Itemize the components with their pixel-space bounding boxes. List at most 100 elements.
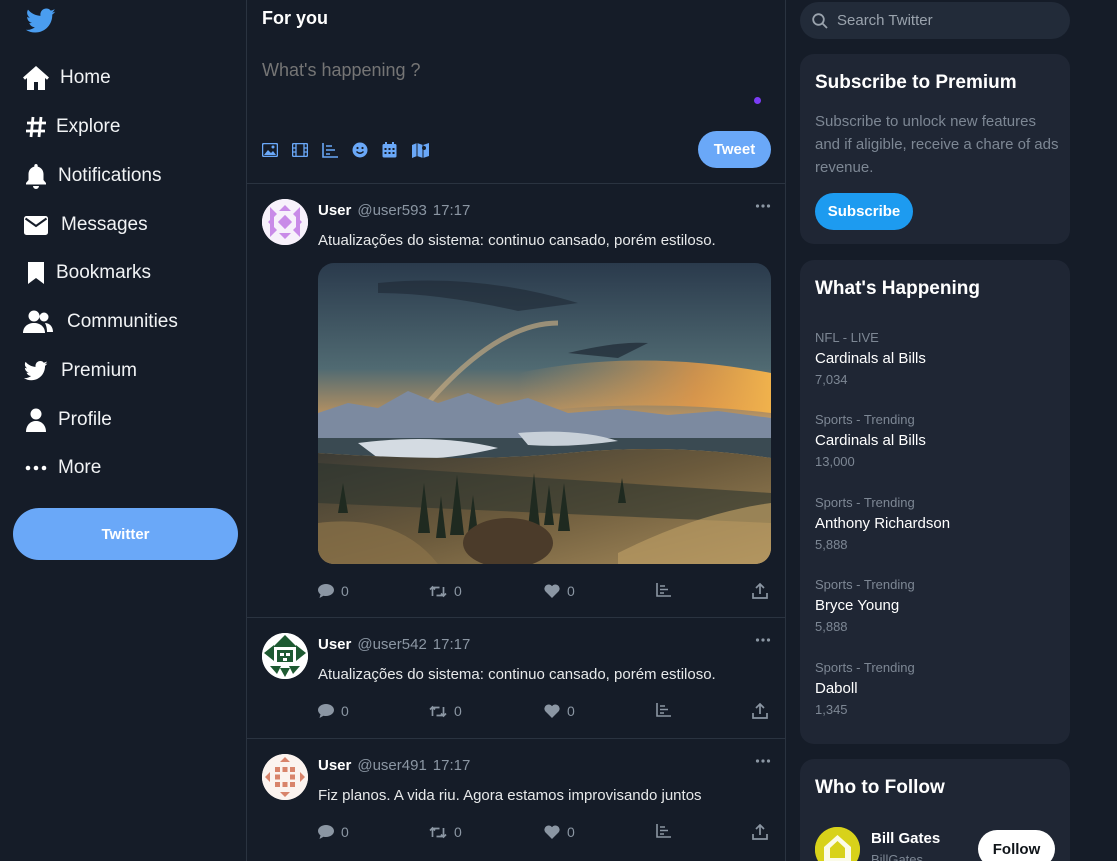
tweet[interactable]: User @user491 17:17 Fiz planos. A vida riu… [247,739,785,861]
sidebar-item-label: Messages [61,214,148,235]
sidebar-item-explore[interactable]: Explore [22,112,120,142]
sidebar-item-more[interactable]: More [22,453,101,483]
trend-category: Sports - Trending [815,412,915,427]
avatar[interactable] [262,754,308,800]
share-icon [752,703,768,719]
sidebar-item-messages[interactable]: Messages [22,210,148,240]
sidebar-item-label: Communities [67,311,178,332]
trend-item[interactable]: Sports - Trending Bryce Young 5,888 [815,577,1060,634]
left-sidebar: Home Explore Notifications Messages Book… [0,0,246,861]
analytics-icon [656,703,671,717]
share-button[interactable] [752,583,768,599]
poll-icon[interactable] [322,141,352,159]
avatar[interactable] [815,827,860,861]
whats-happening-title: What's Happening [815,278,980,299]
reply-button[interactable]: 0 [318,703,349,719]
user-handle[interactable]: @user542 [357,636,426,653]
twitter-button[interactable]: Twitter [13,508,238,560]
like-button[interactable]: 0 [544,824,575,840]
reply-button[interactable]: 0 [318,583,349,599]
trend-item[interactable]: Sports - Trending Cardinals al Bills 13,… [815,412,1060,469]
user-name[interactable]: User [318,202,351,219]
image-icon[interactable] [262,141,292,159]
reply-icon [318,704,334,718]
trend-category: NFL - LIVE [815,330,879,345]
sidebar-item-bookmarks[interactable]: Bookmarks [22,258,151,288]
user-handle[interactable]: @user593 [357,202,426,219]
calendar-icon[interactable] [382,141,412,159]
sidebar-item-label: Explore [56,116,121,137]
retweet-icon [429,705,447,718]
user-icon [22,406,50,434]
trend-item[interactable]: NFL - LIVE Cardinals al Bills 7,034 [815,330,1060,387]
tweet-button[interactable]: Tweet [698,131,771,168]
compose-input[interactable] [262,60,742,81]
trend-item[interactable]: Sports - Trending Daboll 1,345 [815,660,1060,717]
bookmark-icon [22,259,50,287]
tweet-image[interactable] [318,263,771,564]
film-icon[interactable] [292,141,322,159]
who-to-follow-title: Who to Follow [815,777,945,798]
more-options-icon[interactable] [755,635,771,645]
heart-icon [544,584,560,598]
users-icon [22,308,54,336]
map-icon[interactable] [412,141,442,159]
reply-button[interactable]: 0 [318,824,349,840]
search-input[interactable] [837,12,1057,29]
user-name[interactable]: User [318,757,351,774]
trend-count: 1,345 [815,702,848,717]
retweet-button[interactable]: 0 [429,703,462,719]
analytics-button[interactable] [656,703,671,717]
like-button[interactable]: 0 [544,703,575,719]
home-icon [22,64,50,92]
trend-category: Sports - Trending [815,660,915,675]
trend-name: Bryce Young [815,597,900,614]
trend-item[interactable]: Sports - Trending Anthony Richardson 5,8… [815,495,1060,552]
compose-toolbar [262,141,442,159]
trend-name: Daboll [815,680,858,697]
tweet-actions: 0 0 0 [318,703,771,723]
more-options-icon[interactable] [755,756,771,766]
character-progress-dot [754,97,761,104]
retweet-count: 0 [454,703,462,719]
retweet-button[interactable]: 0 [429,824,462,840]
tweet[interactable]: User @user542 17:17 Atualizações do sistem… [247,618,785,738]
tweet-time: 17:17 [432,202,471,219]
sidebar-item-communities[interactable]: Communities [22,307,178,337]
tweet-time: 17:17 [432,757,471,774]
tweet[interactable]: User @user593 17:17 Atualizações do sistem… [247,184,785,617]
retweet-icon [429,585,447,598]
like-count: 0 [567,824,575,840]
sidebar-item-notifications[interactable]: Notifications [22,161,162,191]
subscribe-button[interactable]: Subscribe [815,193,913,230]
premium-title: Subscribe to Premium [815,72,1017,93]
analytics-button[interactable] [656,583,671,597]
twitter-bird-icon[interactable] [26,8,58,36]
trend-count: 5,888 [815,537,848,552]
user-name[interactable]: User [318,636,351,653]
sidebar-item-premium[interactable]: Premium [22,356,137,386]
trend-name: Cardinals al Bills [815,350,926,367]
like-button[interactable]: 0 [544,583,575,599]
sidebar-item-label: Bookmarks [56,262,152,283]
trend-category: Sports - Trending [815,577,915,592]
page-title: For you [262,8,328,28]
who-to-follow-card: Who to Follow Bill Gates BillGates Follo… [800,759,1070,861]
user-handle[interactable]: @user491 [357,757,426,774]
avatar[interactable] [262,633,308,679]
reply-count: 0 [341,703,349,719]
share-button[interactable] [752,703,768,719]
follow-button[interactable]: Follow [978,830,1055,861]
trend-name: Anthony Richardson [815,515,951,532]
avatar[interactable] [262,199,308,245]
follow-user-name[interactable]: Bill Gates [871,830,940,847]
tweet-time: 17:17 [432,636,471,653]
share-button[interactable] [752,824,768,840]
sidebar-item-profile[interactable]: Profile [22,405,112,435]
sidebar-item-home[interactable]: Home [22,63,111,93]
more-options-icon[interactable] [755,201,771,211]
emoji-icon[interactable] [352,141,382,159]
retweet-button[interactable]: 0 [429,583,462,599]
analytics-button[interactable] [656,824,671,838]
ellipsis-icon [22,454,50,482]
